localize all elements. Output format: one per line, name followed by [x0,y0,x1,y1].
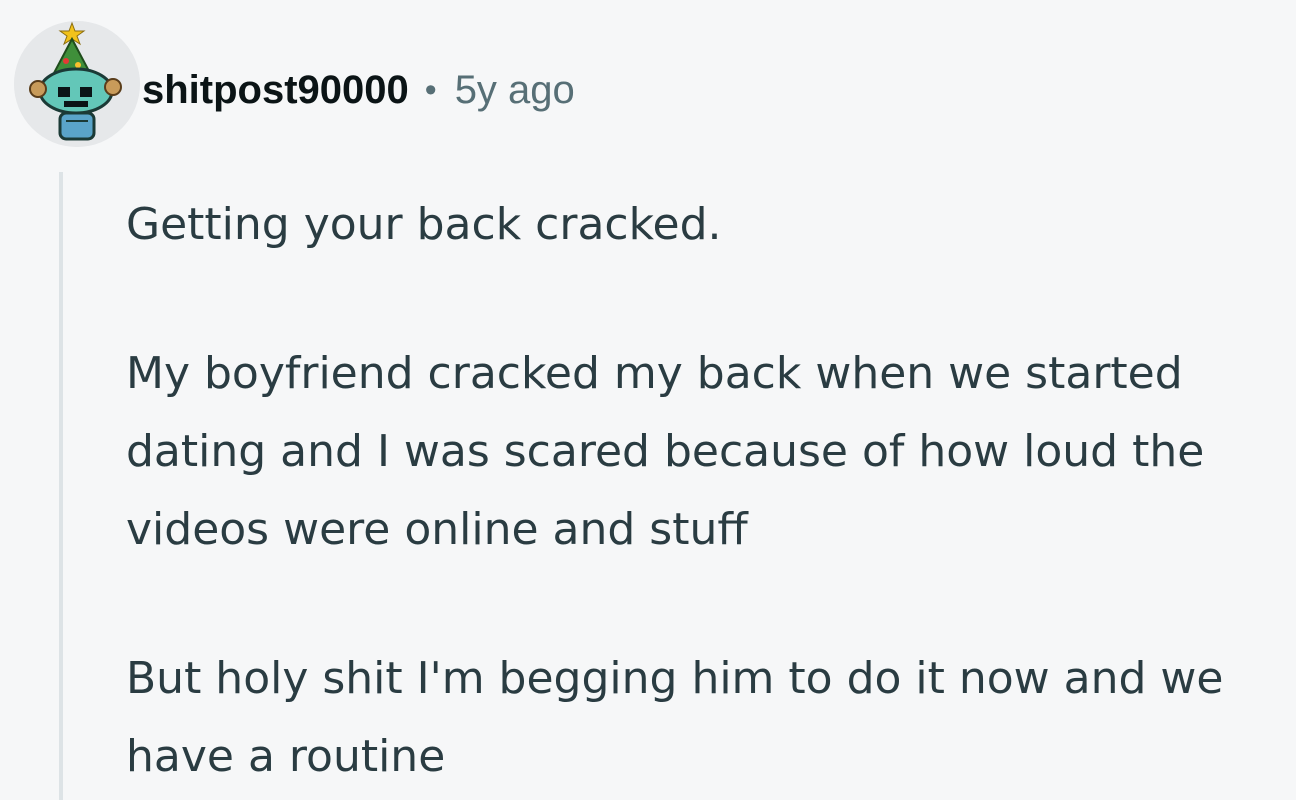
comment-paragraph: My boyfriend cracked my back when we sta… [126,348,1205,555]
comment-body: Getting your back cracked. My boyfriend … [126,186,1291,796]
comment: shitpost90000 • 5y ago Getting your back… [0,0,1296,800]
thread-line[interactable] [59,172,63,800]
username-link[interactable]: shitpost90000 [142,68,409,113]
snoo-avatar-icon [14,21,140,147]
comment-meta: shitpost90000 • 5y ago [142,62,575,118]
meta-separator: • [424,70,437,109]
user-avatar[interactable] [14,21,140,147]
comment-paragraph: But holy shit I'm begging him to do it n… [126,653,1224,782]
comment-timestamp[interactable]: 5y ago [455,68,575,113]
comment-paragraph: Getting your back cracked. [126,199,722,250]
